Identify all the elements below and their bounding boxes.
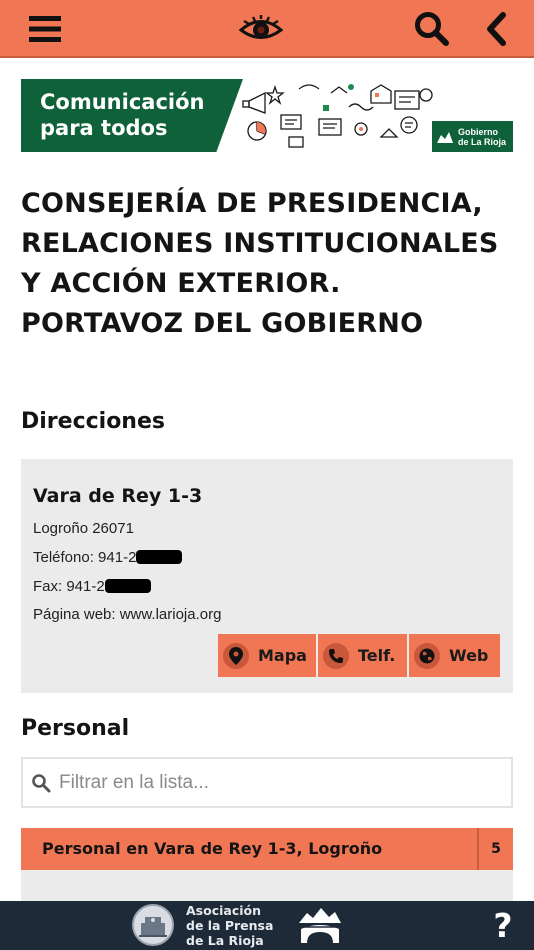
map-button-label: Mapa xyxy=(258,646,307,665)
page-title: CONSEJERÍA DE PRESIDENCIA, RELACIONES IN… xyxy=(21,184,521,344)
personal-group-row[interactable]: Personal en Vara de Rey 1-3, Logroño 5 xyxy=(21,828,513,870)
association-line-2: de la Prensa xyxy=(186,918,274,933)
page-title-line: RELACIONES INSTITUCIONALES xyxy=(21,228,499,259)
gobierno-la-rioja-footer-logo[interactable] xyxy=(297,905,343,945)
search-icon xyxy=(32,774,51,793)
phone-text: Teléfono: 941-2 xyxy=(33,549,137,566)
map-button[interactable]: Mapa xyxy=(218,634,316,677)
press-association-logo[interactable] xyxy=(132,904,174,946)
address-name: Vara de Rey 1-3 xyxy=(33,485,203,507)
association-line-1: Asociación xyxy=(186,903,262,918)
directions-section-title: Direcciones xyxy=(21,409,165,434)
question-mark-icon[interactable]: ? xyxy=(488,904,518,948)
association-line-3: de La Rioja xyxy=(186,933,264,948)
address-fax: Fax: 941-2 xyxy=(33,578,151,595)
personal-section-title: Personal xyxy=(21,716,130,741)
address-card: Vara de Rey 1-3 Logroño 26071 Teléfono: … xyxy=(21,459,513,693)
gobierno-la-rioja-logo: Gobierno de La Rioja xyxy=(432,121,513,152)
address-phone[interactable]: Teléfono: 941-2 xyxy=(33,549,183,566)
logo-line-1: Gobierno xyxy=(458,126,498,137)
web-button[interactable]: Web xyxy=(409,634,500,677)
bottom-bar: Asociación de la Prensa de La Rioja ? xyxy=(0,901,534,950)
banner-title: Comunicación para todos xyxy=(40,89,204,141)
top-app-bar xyxy=(0,0,534,58)
hamburger-menu-icon[interactable] xyxy=(22,0,68,58)
page-title-line: PORTAVOZ DEL GOBIERNO xyxy=(21,308,424,339)
eye-icon[interactable] xyxy=(238,0,284,58)
promo-banner[interactable]: Comunicación para todos Gobierno de La R… xyxy=(21,79,513,152)
globe-icon xyxy=(414,642,440,669)
map-pin-icon xyxy=(223,642,249,669)
personal-group-count-badge: 5 xyxy=(477,828,513,870)
web-button-label: Web xyxy=(449,646,489,665)
filter-box xyxy=(21,757,513,808)
fax-text: Fax: 941-2 xyxy=(33,578,105,595)
redacted-block xyxy=(104,579,151,593)
page-title-line: Y ACCIÓN EXTERIOR. xyxy=(21,268,341,299)
chevron-left-icon[interactable] xyxy=(478,0,514,58)
press-association-name[interactable]: Asociación de la Prensa de La Rioja xyxy=(186,903,273,948)
phone-button-label: Telf. xyxy=(358,646,396,665)
page-title-line: CONSEJERÍA DE PRESIDENCIA, xyxy=(21,188,483,219)
banner-line-1: Comunicación xyxy=(40,90,205,114)
banner-line-2: para todos xyxy=(40,116,168,140)
phone-icon xyxy=(323,642,349,669)
logo-line-2: de La Rioja xyxy=(458,136,507,147)
search-icon[interactable] xyxy=(410,0,454,58)
personal-list-item[interactable] xyxy=(21,870,513,901)
filter-input[interactable] xyxy=(59,759,499,806)
address-web[interactable]: Página web: www.larioja.org xyxy=(33,606,221,623)
communication-doodles-illustration xyxy=(242,84,433,148)
personal-group-label: Personal en Vara de Rey 1-3, Logroño xyxy=(42,839,383,858)
address-city: Logroño 26071 xyxy=(33,520,134,537)
redacted-block xyxy=(136,550,183,564)
phone-button[interactable]: Telf. xyxy=(318,634,407,677)
